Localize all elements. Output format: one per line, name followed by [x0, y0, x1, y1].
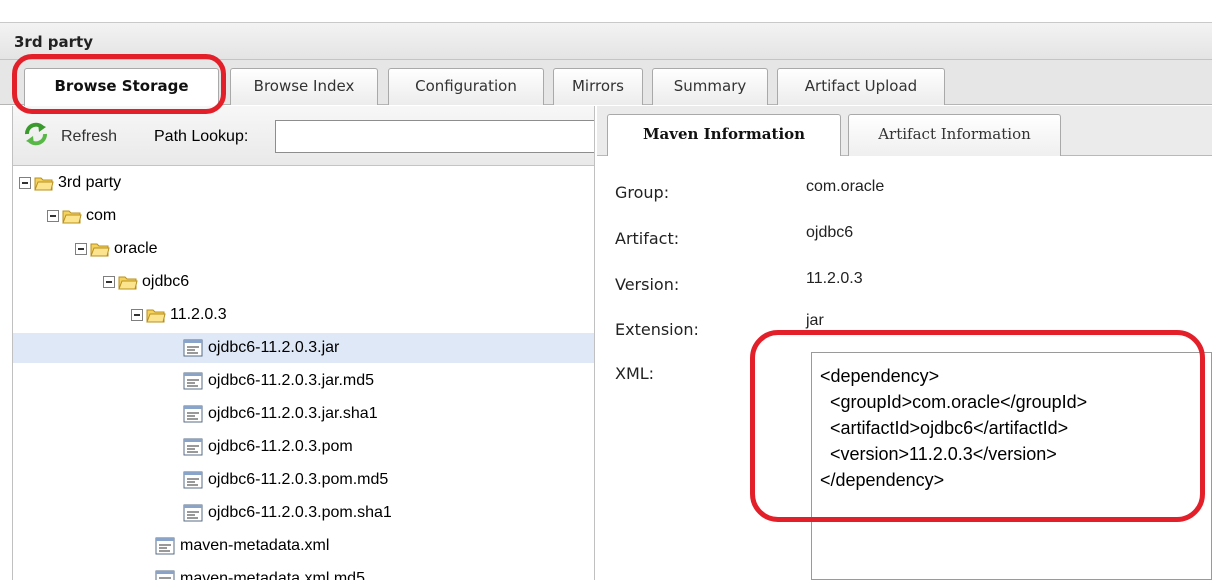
- extension-value: jar: [806, 312, 824, 329]
- folder-open-icon: [90, 243, 110, 257]
- tree-folder-node[interactable]: com: [47, 201, 116, 231]
- version-value: 11.2.0.3: [806, 270, 863, 287]
- storage-tree-panel: Refresh Path Lookup: 3rd party com oracle o…: [12, 106, 595, 580]
- collapse-toggle-icon[interactable]: [103, 276, 115, 288]
- path-lookup-input[interactable]: [275, 120, 594, 153]
- tree-folder-node[interactable]: ojdbc6: [103, 267, 189, 297]
- artifact-label: Artifact:: [615, 229, 680, 248]
- version-label: Version:: [615, 275, 680, 294]
- tree-node-label: ojdbc6-11.2.0.3.pom: [208, 438, 353, 455]
- tree-node-label: oracle: [114, 240, 158, 257]
- collapse-toggle-icon[interactable]: [47, 210, 59, 222]
- file-icon: [183, 438, 203, 456]
- refresh-button[interactable]: Refresh: [61, 128, 117, 146]
- tab-browse-index[interactable]: Browse Index: [230, 68, 378, 105]
- tree-node-label: ojdbc6: [142, 273, 190, 290]
- tree-folder-node[interactable]: 3rd party: [19, 168, 121, 198]
- tree-node-label: ojdbc6-11.2.0.3.pom.md5: [208, 471, 389, 488]
- tab-artifact-upload[interactable]: Artifact Upload: [777, 68, 945, 105]
- tree-node-label: 3rd party: [58, 174, 122, 191]
- tab-configuration[interactable]: Configuration: [388, 68, 544, 105]
- file-icon: [183, 372, 203, 390]
- file-icon: [183, 504, 203, 522]
- file-icon: [183, 339, 203, 357]
- tab-artifact-information[interactable]: Artifact Information: [848, 114, 1061, 156]
- collapse-toggle-icon[interactable]: [75, 243, 87, 255]
- tree-node-label: 11.2.0.3: [170, 306, 227, 323]
- tree-node-label: ojdbc6-11.2.0.3.jar: [208, 339, 340, 356]
- tab-maven-information[interactable]: Maven Information: [607, 114, 841, 156]
- tree-file-node[interactable]: ojdbc6-11.2.0.3.jar.md5: [183, 366, 374, 396]
- tree-folder-node[interactable]: 11.2.0.3: [131, 300, 227, 330]
- folder-open-icon: [146, 309, 166, 323]
- folder-open-icon: [34, 177, 54, 191]
- repository-tabs: Browse Storage Browse Index Configuratio…: [0, 60, 1212, 106]
- tree-node-label: maven-metadata.xml: [180, 537, 330, 554]
- tree-node-label: maven-metadata.xml.md5: [180, 570, 365, 580]
- group-value: com.oracle: [806, 178, 885, 195]
- file-icon: [183, 471, 203, 489]
- tree-toolbar: Refresh Path Lookup:: [13, 106, 594, 166]
- collapse-toggle-icon[interactable]: [19, 177, 31, 189]
- folder-open-icon: [62, 210, 82, 224]
- file-icon: [155, 537, 175, 555]
- tree-file-node[interactable]: ojdbc6-11.2.0.3.jar.sha1: [183, 399, 378, 429]
- collapse-toggle-icon[interactable]: [131, 309, 143, 321]
- tree-node-label: ojdbc6-11.2.0.3.jar.md5: [208, 372, 375, 389]
- detail-tabs: Maven Information Artifact Information: [597, 106, 1212, 156]
- tree-file-node[interactable]: maven-metadata.xml: [155, 531, 329, 561]
- tab-summary[interactable]: Summary: [652, 68, 768, 105]
- artifact-details-panel: Maven Information Artifact Information G…: [597, 106, 1212, 580]
- file-icon: [155, 570, 175, 580]
- tree-file-node[interactable]: maven-metadata.xml.md5: [155, 564, 365, 580]
- tab-mirrors[interactable]: Mirrors: [553, 68, 643, 105]
- refresh-icon[interactable]: [23, 122, 49, 146]
- tree-folder-node[interactable]: oracle: [75, 234, 158, 264]
- group-label: Group:: [615, 183, 670, 202]
- tree-file-node[interactable]: ojdbc6-11.2.0.3.jar: [13, 333, 594, 363]
- panel-title: 3rd party: [0, 22, 1212, 60]
- tree-file-node[interactable]: ojdbc6-11.2.0.3.pom.md5: [183, 465, 388, 495]
- xml-dependency-snippet[interactable]: <dependency> <groupId>com.oracle</groupI…: [811, 352, 1212, 580]
- tree-node-label: ojdbc6-11.2.0.3.pom.sha1: [208, 504, 392, 521]
- file-icon: [183, 405, 203, 423]
- folder-open-icon: [118, 276, 138, 290]
- path-lookup-label: Path Lookup:: [154, 128, 249, 145]
- extension-label: Extension:: [615, 320, 699, 339]
- artifact-value: ojdbc6: [806, 224, 854, 241]
- tree-node-label: com: [86, 207, 117, 224]
- xml-label: XML:: [615, 364, 655, 383]
- tree-node-label: ojdbc6-11.2.0.3.jar.sha1: [208, 405, 378, 422]
- tree-file-node[interactable]: ojdbc6-11.2.0.3.pom.sha1: [183, 498, 392, 528]
- tree-file-node[interactable]: ojdbc6-11.2.0.3.pom: [183, 432, 353, 462]
- tab-browse-storage[interactable]: Browse Storage: [24, 68, 219, 106]
